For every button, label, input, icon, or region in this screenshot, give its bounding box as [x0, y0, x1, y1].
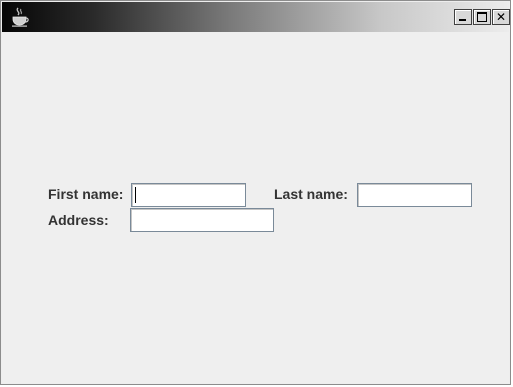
minimize-button[interactable] — [454, 9, 472, 25]
close-icon: ✕ — [495, 10, 507, 24]
title-bar[interactable]: ✕ — [2, 2, 510, 32]
first-name-label: First name: — [48, 186, 124, 202]
address-label: Address: — [48, 212, 109, 228]
last-name-field[interactable] — [357, 183, 472, 207]
close-button[interactable]: ✕ — [492, 9, 510, 25]
last-name-label: Last name: — [274, 186, 348, 202]
text-caret — [135, 187, 136, 203]
minimize-icon — [459, 19, 466, 21]
content-panel: First name: Last name: Address: — [2, 32, 509, 383]
maximize-button[interactable] — [473, 9, 491, 25]
address-field[interactable] — [130, 208, 274, 232]
java-coffee-icon — [12, 7, 29, 27]
app-window: ✕ First name: Last name: Address: — [0, 0, 511, 385]
first-name-field[interactable] — [131, 183, 246, 207]
maximize-icon — [477, 12, 487, 22]
